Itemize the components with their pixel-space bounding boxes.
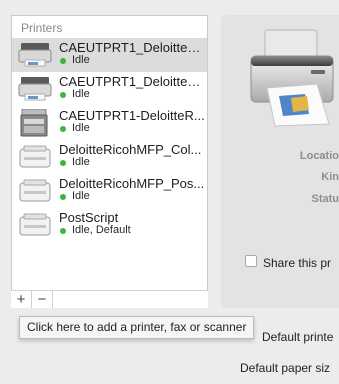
- printer-list-toolbar: + −: [11, 290, 208, 308]
- status-label: Statu: [311, 193, 339, 205]
- printer-row[interactable]: CAEUTPRT1-DeloitteR... Idle: [12, 106, 207, 140]
- printer-name: CAEUTPRT1_DeloitteR...: [59, 74, 207, 89]
- wide-format-printer-icon: [18, 43, 52, 67]
- printer-list-panel: Printers CAEUTPRT1_DeloitteR... Idle CAEUT…: [11, 15, 208, 308]
- laser-printer-icon: [19, 145, 51, 168]
- status-idle-dot: [60, 194, 66, 200]
- printer-status: Idle: [72, 190, 90, 202]
- printer-name: PostScript: [59, 210, 119, 225]
- printer-name: CAEUTPRT1-DeloitteR...: [59, 108, 205, 123]
- location-label: Locatio: [299, 150, 339, 162]
- status-idle-dot: [60, 126, 66, 132]
- status-idle-dot: [60, 228, 66, 234]
- printer-status: Idle, Default: [72, 224, 131, 236]
- printers-header: Printers: [21, 21, 63, 35]
- share-printer-checkbox[interactable]: [245, 255, 257, 267]
- status-idle-dot: [60, 58, 66, 64]
- status-idle-dot: [60, 92, 66, 98]
- selected-printer-image: [250, 29, 334, 127]
- default-paper-size-label: Default paper siz: [240, 361, 331, 375]
- printer-name: DeloitteRicohMFP_Pos...: [59, 176, 205, 191]
- add-printer-button[interactable]: +: [11, 291, 32, 308]
- printer-status: Idle: [72, 156, 90, 168]
- printer-row[interactable]: DeloitteRicohMFP_Pos... Idle: [12, 174, 207, 208]
- printer-list: CAEUTPRT1_DeloitteR... Idle CAEUTPRT1_Delo…: [12, 38, 207, 242]
- multifunction-copier-icon: [20, 109, 48, 137]
- laser-printer-icon: [19, 179, 51, 202]
- laser-printer-icon: [19, 213, 51, 236]
- printer-row[interactable]: CAEUTPRT1_DeloitteR... Idle: [12, 72, 207, 106]
- add-printer-tooltip: Click here to add a printer, fax or scan…: [19, 316, 255, 339]
- printer-status: Idle: [72, 54, 90, 66]
- wide-format-printer-icon: [18, 77, 52, 101]
- printer-name: CAEUTPRT1_DeloitteR...: [59, 40, 207, 55]
- default-printer-label: Default printe: [262, 330, 334, 344]
- printer-row[interactable]: PostScript Idle, Default: [12, 208, 207, 242]
- printer-row[interactable]: CAEUTPRT1_DeloitteR... Idle: [12, 38, 207, 72]
- status-idle-dot: [60, 160, 66, 166]
- share-printer-label: Share this pr: [263, 256, 332, 270]
- remove-printer-button[interactable]: −: [32, 291, 53, 308]
- printer-name: DeloitteRicohMFP_Col...: [59, 142, 202, 157]
- kind-label: Kin: [321, 171, 339, 183]
- printer-row[interactable]: DeloitteRicohMFP_Col... Idle: [12, 140, 207, 174]
- printer-status: Idle: [72, 122, 90, 134]
- printer-status: Idle: [72, 88, 90, 100]
